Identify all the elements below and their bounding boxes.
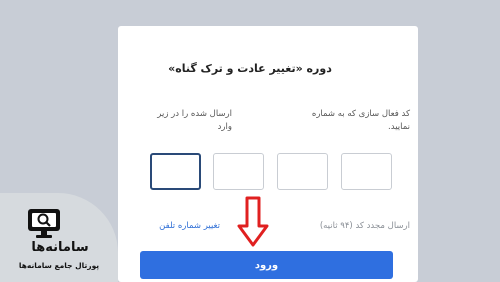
change-phone-link[interactable]: تغییر شماره تلفن [140,221,220,231]
code-input-1[interactable] [341,153,392,190]
login-button[interactable]: ورود [140,251,393,279]
code-input-2[interactable] [277,153,328,190]
logo-name: سامانه‌ها [31,240,89,255]
logo-subtitle: پورتال جامع سامانه‌ها [18,261,100,270]
resend-code-timer: ارسال مجدد کد (۹۴ ثانیه) [319,221,410,231]
course-title: دوره «تغییر عادت و ترک گناه» [168,62,332,75]
monitor-search-icon [28,209,60,238]
code-input-3[interactable] [213,153,264,190]
down-arrow-icon [237,196,269,247]
code-input-4[interactable] [150,153,201,190]
instruction-text: کد فعال سازی که به شماره نمایید. [311,109,410,132]
watermark-logo: سامانه‌ها پورتال جامع سامانه‌ها [0,193,118,282]
instruction-text-continued: ارسال شده را در زیر وارد [157,109,232,132]
